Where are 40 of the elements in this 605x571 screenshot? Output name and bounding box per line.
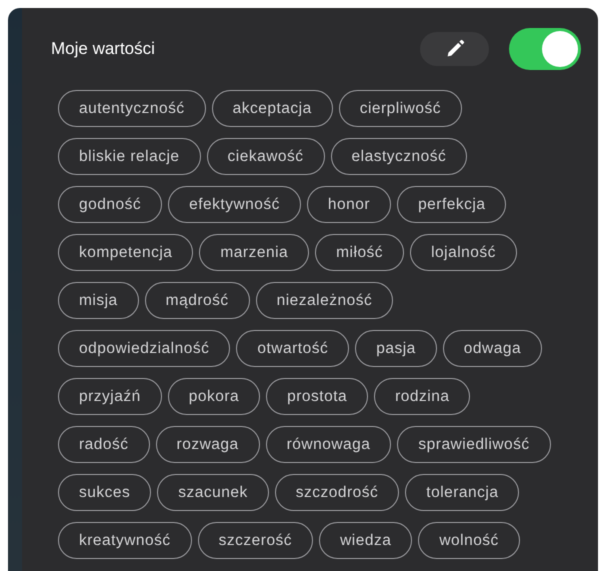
value-chip[interactable]: radość [58, 426, 150, 463]
value-chip[interactable]: cierpliwość [338, 90, 462, 127]
value-chip[interactable]: szacunek [157, 474, 269, 511]
edit-button[interactable] [420, 32, 489, 66]
value-chip[interactable]: wolność [418, 522, 520, 559]
value-chip[interactable]: mądrość [144, 282, 250, 319]
value-chip[interactable]: szczerość [198, 522, 314, 559]
value-chip[interactable]: rozwaga [156, 426, 260, 463]
value-chip[interactable]: perfekcja [397, 186, 506, 223]
value-chip[interactable]: pasja [355, 330, 437, 367]
value-chip[interactable]: akceptacja [212, 90, 333, 127]
value-chip[interactable]: szczodrość [274, 474, 400, 511]
value-chip[interactable]: otwartość [236, 330, 350, 367]
value-chip[interactable]: autentyczność [58, 90, 206, 127]
value-chip[interactable]: ciekawość [206, 138, 325, 175]
value-chip[interactable]: miłość [315, 234, 404, 271]
value-chip[interactable]: lojalność [410, 234, 517, 271]
value-chip[interactable]: kompetencja [58, 234, 194, 271]
section-title: Moje wartości [50, 39, 156, 59]
value-chip[interactable]: sprawiedliwość [397, 426, 551, 463]
value-chip[interactable]: rodzina [374, 378, 470, 415]
value-chip[interactable]: misja [58, 282, 139, 319]
value-chip[interactable]: przyjaźń [58, 378, 162, 415]
value-chip[interactable]: tolerancja [405, 474, 520, 511]
value-chip[interactable]: niezależność [256, 282, 394, 319]
value-chip[interactable]: marzenia [199, 234, 310, 271]
value-chip[interactable]: bliskie relacje [58, 138, 201, 175]
toggle-switch[interactable] [509, 28, 581, 70]
value-chip[interactable]: sukces [58, 474, 152, 511]
value-chip[interactable]: honor [306, 186, 392, 223]
value-chip[interactable]: wiedza [319, 522, 412, 559]
value-chip[interactable]: godność [58, 186, 162, 223]
value-chip[interactable]: odwaga [442, 330, 542, 367]
value-chip[interactable]: efektywność [168, 186, 301, 223]
value-chip[interactable]: kreatywność [58, 522, 192, 559]
value-chip[interactable]: elastyczność [330, 138, 468, 175]
value-chip[interactable]: odpowiedzialność [58, 330, 230, 367]
value-chip[interactable]: prostota [266, 378, 368, 415]
value-chip[interactable]: równowaga [266, 426, 392, 463]
value-chip[interactable]: pokora [168, 378, 260, 415]
